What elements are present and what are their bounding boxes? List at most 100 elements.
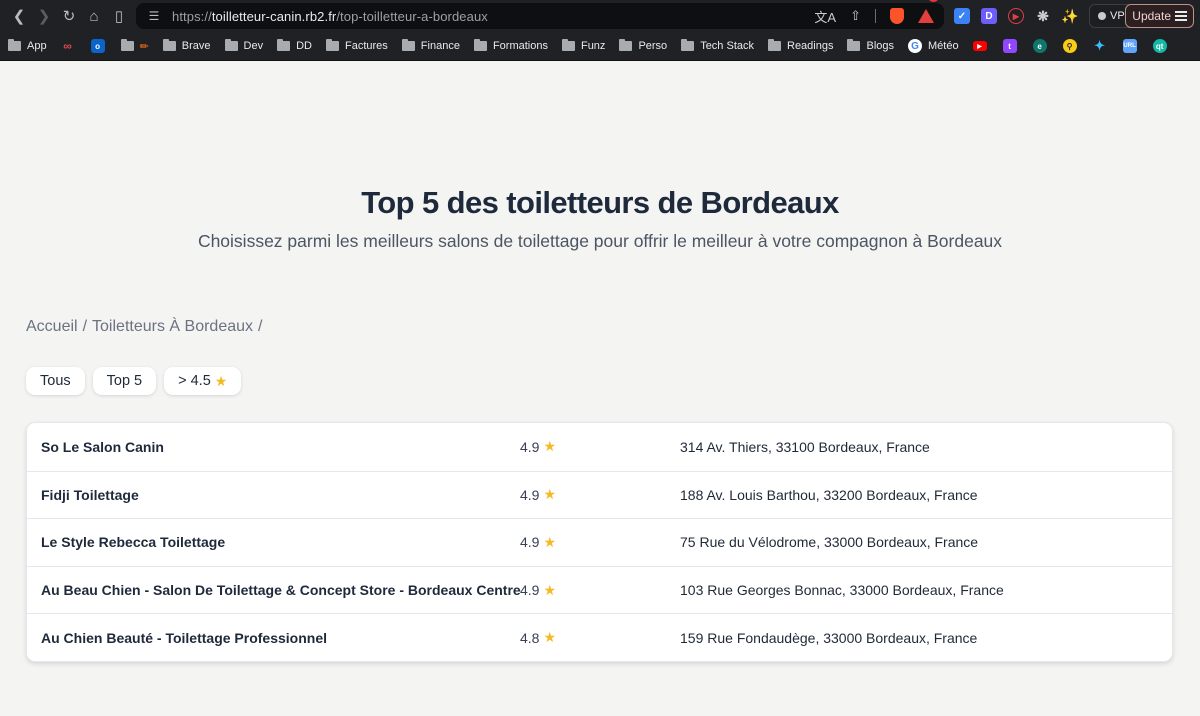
bookmark-star-outline[interactable]: ✦ bbox=[1093, 38, 1113, 53]
bookmark-teal-circle[interactable]: e bbox=[1032, 39, 1053, 53]
bookmark-youtube[interactable]: ▶ bbox=[972, 41, 993, 51]
bookmark-twitch[interactable]: t bbox=[1002, 39, 1023, 53]
star-outline-icon: ✦ bbox=[1094, 38, 1106, 53]
folder-icon bbox=[681, 39, 695, 51]
bookmark-perso[interactable]: Perso bbox=[619, 39, 668, 52]
folder-icon bbox=[401, 39, 415, 51]
groomer-row[interactable]: So Le Salon Canin 4.9 ★ 314 Av. Thiers, 3… bbox=[27, 423, 1172, 471]
bookmark-outlook[interactable]: o bbox=[90, 39, 111, 53]
bookmark-formations[interactable]: Formations bbox=[473, 39, 548, 52]
url-text[interactable]: https://toilletteur-canin.rb2.fr/top-toi… bbox=[172, 9, 488, 24]
bookmark-label: App bbox=[27, 40, 47, 52]
rating-value: 4.9 bbox=[520, 438, 540, 455]
home-button[interactable]: ⌂ bbox=[83, 5, 105, 27]
bookmark-label: Perso bbox=[638, 40, 668, 52]
bookmark-blogs[interactable]: Blogs bbox=[847, 39, 895, 52]
site-settings-icon[interactable]: ☰ bbox=[146, 9, 162, 23]
reload-button[interactable]: ↻ bbox=[58, 5, 80, 27]
groomer-address: 75 Rue du Vélodrome, 33000 Bordeaux, Fra… bbox=[680, 534, 979, 551]
rating-value: 4.8 bbox=[520, 629, 540, 646]
bookmark-app[interactable]: App bbox=[8, 39, 47, 52]
bookmark-label: Météo bbox=[928, 40, 959, 52]
bookmark-label: Dev bbox=[243, 40, 264, 52]
bookmark-url[interactable]: URL bbox=[1122, 39, 1143, 53]
groomer-list: So Le Salon Canin 4.9 ★ 314 Av. Thiers, 3… bbox=[26, 422, 1173, 662]
groomer-rating: 4.9 ★ bbox=[507, 438, 680, 455]
menu-icon bbox=[1175, 11, 1187, 21]
extension-circle-icon: e bbox=[1032, 39, 1047, 53]
page-content: Top 5 des toiletteurs de Bordeaux Choisi… bbox=[0, 61, 1200, 716]
filter-top5-button[interactable]: Top 5 bbox=[92, 367, 157, 395]
groomer-name: So Le Salon Canin bbox=[41, 438, 164, 455]
bookmark-brave[interactable]: Brave bbox=[162, 39, 211, 52]
bookmark-dev[interactable]: Dev bbox=[224, 39, 264, 52]
bookmark-search-duck[interactable]: ⚲ bbox=[1062, 39, 1083, 53]
qt-icon: qt bbox=[1152, 39, 1167, 53]
bookmark-funz[interactable]: Funz bbox=[561, 39, 606, 52]
groomer-row[interactable]: Au Beau Chien - Salon De Toilettage & Co… bbox=[27, 565, 1172, 614]
breadcrumb-home[interactable]: Accueil bbox=[26, 318, 78, 336]
leo-ai-icon[interactable]: ✨ bbox=[1061, 8, 1078, 24]
bookmark-factures[interactable]: Factures bbox=[326, 39, 388, 52]
back-button[interactable]: ❮ bbox=[8, 5, 30, 27]
pencil-icon: ✏ bbox=[139, 40, 149, 53]
breadcrumb-separator: / bbox=[258, 318, 263, 335]
filter-buttons: Tous Top 5 > 4.5 ★ bbox=[26, 367, 242, 395]
groomer-name: Au Chien Beauté - Toilettage Professionn… bbox=[41, 629, 328, 646]
url-icon: URL bbox=[1122, 39, 1137, 53]
star-icon: ★ bbox=[543, 581, 557, 598]
breadcrumb-groomers-bordeaux[interactable]: Toiletteurs À Bordeaux bbox=[92, 318, 253, 336]
divider bbox=[875, 9, 876, 23]
star-icon: ★ bbox=[543, 629, 557, 646]
extension-play-icon[interactable]: ▶ bbox=[1008, 8, 1024, 24]
bookmark-finance[interactable]: Finance bbox=[401, 39, 460, 52]
bookmark-label: Brave bbox=[181, 40, 211, 52]
filter-all-button[interactable]: Tous bbox=[26, 367, 85, 395]
folder-icon bbox=[326, 39, 339, 51]
extension-d-icon[interactable]: D bbox=[981, 8, 997, 24]
address-bar[interactable]: ☰ https://toilletteur-canin.rb2.fr/top-t… bbox=[136, 0, 944, 29]
meta-icon: ∞ bbox=[63, 39, 72, 53]
groomer-name: Fidji Toilettage bbox=[41, 486, 139, 503]
folder-icon bbox=[619, 39, 633, 51]
page-subtitle: Choisissez parmi les meilleurs salons de… bbox=[197, 231, 1003, 251]
bookmark-tech-stack[interactable]: Tech Stack bbox=[681, 39, 754, 52]
bookmark-readings[interactable]: Readings bbox=[768, 39, 833, 52]
brave-rewards-icon[interactable]: 1 bbox=[918, 0, 939, 23]
brave-shields-icon[interactable] bbox=[890, 8, 904, 24]
groomer-rating: 4.8 ★ bbox=[507, 629, 680, 646]
bookmark-label: Funz bbox=[580, 40, 606, 52]
groomer-address: 314 Av. Thiers, 33100 Bordeaux, France bbox=[680, 438, 930, 455]
groomer-row[interactable]: Fidji Toilettage 4.9 ★ 188 Av. Louis Bart… bbox=[27, 470, 1172, 519]
filter-label: Tous bbox=[40, 373, 71, 389]
groomer-row[interactable]: Le Style Rebecca Toilettage 4.9 ★ 75 Rue … bbox=[27, 518, 1172, 566]
star-icon: ★ bbox=[543, 438, 557, 455]
bookmark-folder-pencil[interactable]: ✏ bbox=[120, 39, 149, 53]
page-title: Top 5 des toiletteurs de Bordeaux bbox=[361, 185, 839, 220]
extension-checklist-icon[interactable]: ✓ bbox=[954, 8, 970, 24]
bookmark-qt[interactable]: qt bbox=[1152, 39, 1173, 53]
groomer-address: 103 Rue Georges Bonnac, 33000 Bordeaux, … bbox=[680, 582, 1004, 599]
bookmark-button[interactable]: ▯ bbox=[108, 5, 130, 27]
folder-icon bbox=[162, 39, 176, 51]
vpn-status-icon bbox=[1098, 12, 1106, 20]
groomer-row[interactable]: Au Chien Beauté - Toilettage Professionn… bbox=[27, 613, 1172, 661]
folder-icon bbox=[847, 39, 861, 51]
extensions-area: ✓ D ▶ ❋ ✨ VPN bbox=[954, 4, 1142, 28]
star-icon: ★ bbox=[543, 486, 557, 503]
bookmark-dd[interactable]: DD bbox=[277, 39, 312, 52]
bookmark-label: Finance bbox=[420, 40, 460, 52]
extensions-puzzle-icon[interactable]: ❋ bbox=[1035, 8, 1051, 24]
share-icon[interactable]: ⇧ bbox=[850, 8, 861, 24]
breadcrumb-separator: / bbox=[82, 318, 88, 335]
groomer-rating: 4.9 ★ bbox=[507, 486, 680, 503]
bookmark-label: Blogs bbox=[866, 40, 895, 52]
translate-icon[interactable]: 文A bbox=[814, 7, 836, 26]
bookmark-label: Factures bbox=[345, 40, 388, 52]
filter-rating-above-button[interactable]: > 4.5 ★ bbox=[164, 367, 242, 395]
bookmark-meteo[interactable]: G Météo bbox=[908, 39, 959, 53]
forward-button[interactable]: ❯ bbox=[33, 5, 55, 27]
update-menu-button[interactable]: Update bbox=[1125, 4, 1194, 28]
bookmark-meta[interactable]: ∞ bbox=[61, 39, 81, 53]
bookmark-label: DD bbox=[296, 40, 312, 52]
